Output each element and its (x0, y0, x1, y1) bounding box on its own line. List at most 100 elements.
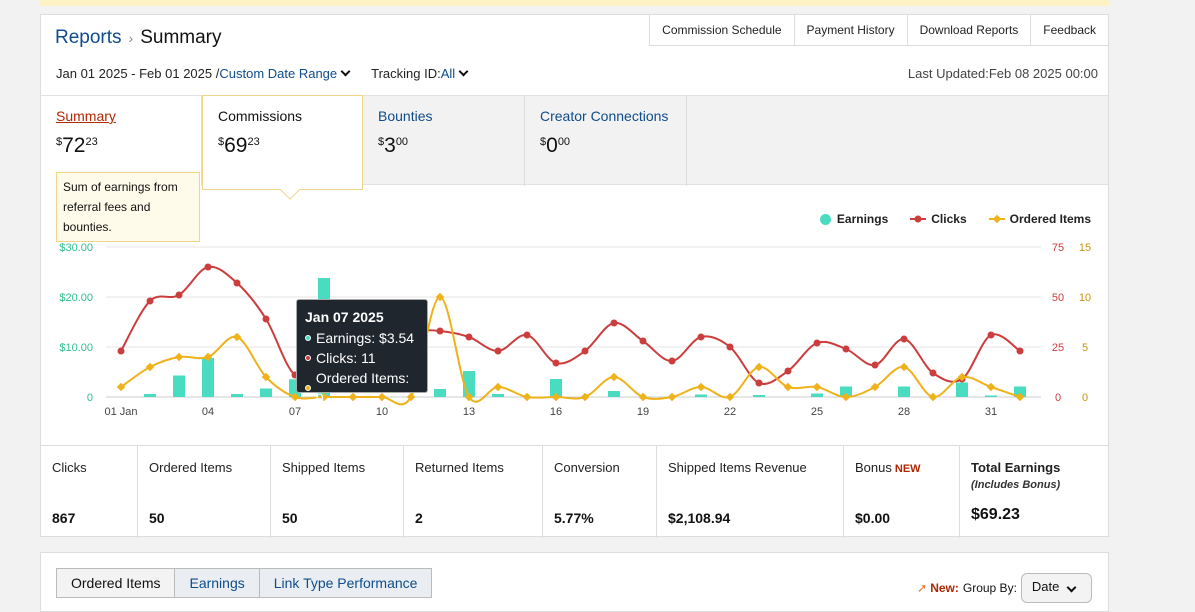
hover-earnings: Earnings: $3.54 (305, 328, 419, 348)
legend-ordered-items[interactable]: Ordered Items (988, 212, 1091, 226)
x-tick-label: 19 (637, 406, 649, 418)
earnings-bar (956, 382, 968, 397)
payment-history-link[interactable]: Payment History (793, 14, 908, 46)
download-reports-link[interactable]: Download Reports (906, 14, 1032, 46)
clicks-point (987, 331, 995, 339)
ordered-point (754, 362, 764, 372)
clicks-point (175, 291, 183, 299)
clicks-point (755, 379, 763, 387)
y-right-clicks-tick-label: 0 (1055, 392, 1061, 404)
x-tick-label: 01 Jan (104, 406, 137, 418)
stat-clicks: Clicks 867 (41, 446, 138, 538)
tab-creator-connections[interactable]: Creator Connections $000 (525, 96, 687, 186)
summary-card: Reports › Summary Commission Schedule Pa… (40, 14, 1109, 538)
clicks-point (436, 327, 444, 335)
feedback-link[interactable]: Feedback (1030, 14, 1109, 46)
earnings-chart[interactable]: 0 0 0 $10.00 25 5 $20.00 50 10 $30.00 75 15 01 Jan 04… (41, 237, 1108, 445)
earnings-bar (173, 375, 185, 397)
chevron-down-icon[interactable] (340, 66, 351, 77)
new-label: New: (930, 581, 959, 595)
tab-commissions-label: Commissions (218, 108, 303, 124)
legend-clicks[interactable]: Clicks (910, 212, 967, 226)
top-links: Commission Schedule Payment History Down… (649, 14, 1109, 46)
last-updated: Last Updated:Feb 08 2025 00:00 (907, 66, 1098, 81)
details-card: Ordered Items Earnings Link Type Perform… (40, 552, 1109, 612)
clicks-point (465, 333, 473, 341)
group-by-select[interactable]: Date (1020, 573, 1092, 603)
earnings-bar (492, 394, 504, 397)
tab-commissions[interactable]: Commissions $6923 (202, 95, 363, 200)
group-by-label: Group By: (962, 581, 1017, 595)
tracking-id-dropdown[interactable]: All (441, 66, 455, 81)
ordered-point (493, 382, 503, 392)
clicks-point (668, 357, 676, 365)
stat-bonus: Bonus NEW $0.00 (844, 446, 960, 538)
breadcrumb-reports-link[interactable]: Reports (55, 27, 122, 49)
x-tick-label: 07 (289, 406, 301, 418)
ordered-point (522, 392, 532, 402)
filter-row: Jan 01 2025 - Feb 01 2025 / Custom Date … (56, 66, 473, 81)
stats-row: Clicks 867 Ordered Items 50 Shipped Items 5… (41, 445, 1108, 538)
earnings-bar (202, 358, 214, 397)
earnings-tabs: Summary $7223 Commissions $6923 Bounties… (41, 95, 1108, 200)
ordered-point (174, 352, 184, 362)
x-tick-label: 31 (985, 406, 997, 418)
clicks-line (120, 265, 1021, 385)
hover-ordered: Ordered Items: 0 (305, 368, 419, 408)
stat-shipped-items: Shipped Items 50 (271, 446, 404, 538)
new-badge: NEW (894, 463, 921, 475)
date-range-text: Jan 01 2025 - Feb 01 2025 / (56, 66, 220, 81)
summary-tooltip: Sum of earnings from referral fees and b… (56, 172, 200, 242)
hover-date: Jan 07 2025 (305, 309, 384, 325)
clicks-point (813, 339, 821, 347)
clicks-point (581, 347, 589, 355)
clicks-point (552, 359, 560, 367)
ordered-point (696, 382, 706, 392)
clicks-point (842, 345, 850, 353)
earnings-bar (231, 394, 243, 397)
custom-date-range-dropdown[interactable]: Custom Date Range (219, 66, 337, 81)
y-right-ordered-tick-label: 10 (1079, 292, 1091, 304)
clicks-point (146, 297, 154, 305)
ordered-dot-icon (305, 385, 311, 391)
chart-legend: Earnings Clicks Ordered Items (798, 212, 1091, 226)
stat-conversion: Conversion 5.77% (543, 446, 657, 538)
y-left-tick-label: $10.00 (59, 342, 93, 354)
tab-bounties[interactable]: Bounties $300 (363, 96, 525, 186)
ordered-line (120, 295, 1021, 406)
clicks-point (117, 347, 125, 355)
tab-ordered-items[interactable]: Ordered Items (56, 568, 176, 598)
group-by: ➚ New: Group By: Date (917, 573, 1092, 603)
stat-ordered-items: Ordered Items 50 (138, 446, 271, 538)
ordered-point (580, 392, 590, 402)
ordered-point (986, 382, 996, 392)
earnings-bar (608, 391, 620, 397)
earnings-bar (434, 389, 446, 397)
y-right-clicks-tick-label: 75 (1052, 242, 1064, 254)
hover-clicks: Clicks: 11 (305, 348, 419, 368)
tab-commissions-value: $6923 (218, 134, 260, 157)
tab-earnings[interactable]: Earnings (174, 568, 260, 598)
clicks-point (262, 315, 270, 323)
clicks-dot-icon (305, 355, 311, 361)
stat-shipped-revenue: Shipped Items Revenue $2,108.94 (657, 446, 844, 538)
earnings-bar (144, 394, 156, 397)
clicks-point (204, 263, 212, 271)
tab-creator-connections-label: Creator Connections (540, 108, 669, 124)
stat-returned-items: Returned Items 2 (404, 446, 543, 538)
chart-hover-tooltip: Jan 07 2025 Earnings: $3.54 Clicks: 11 O… (296, 299, 428, 406)
ordered-point (899, 362, 909, 372)
chevron-down-icon[interactable] (458, 66, 469, 77)
y-right-ordered-tick-label: 0 (1082, 392, 1088, 404)
x-tick-label: 16 (550, 406, 562, 418)
y-right-ordered-tick-label: 15 (1079, 242, 1091, 254)
clicks-point (929, 369, 937, 377)
breadcrumb-separator-icon: › (128, 30, 134, 46)
commission-schedule-link[interactable]: Commission Schedule (649, 14, 795, 46)
page-title: Summary (140, 27, 222, 48)
clicks-point (900, 335, 908, 343)
legend-earnings[interactable]: Earnings (819, 212, 888, 226)
x-tick-label: 25 (811, 406, 823, 418)
tab-link-type-performance[interactable]: Link Type Performance (258, 568, 433, 598)
clicks-point (494, 347, 502, 355)
